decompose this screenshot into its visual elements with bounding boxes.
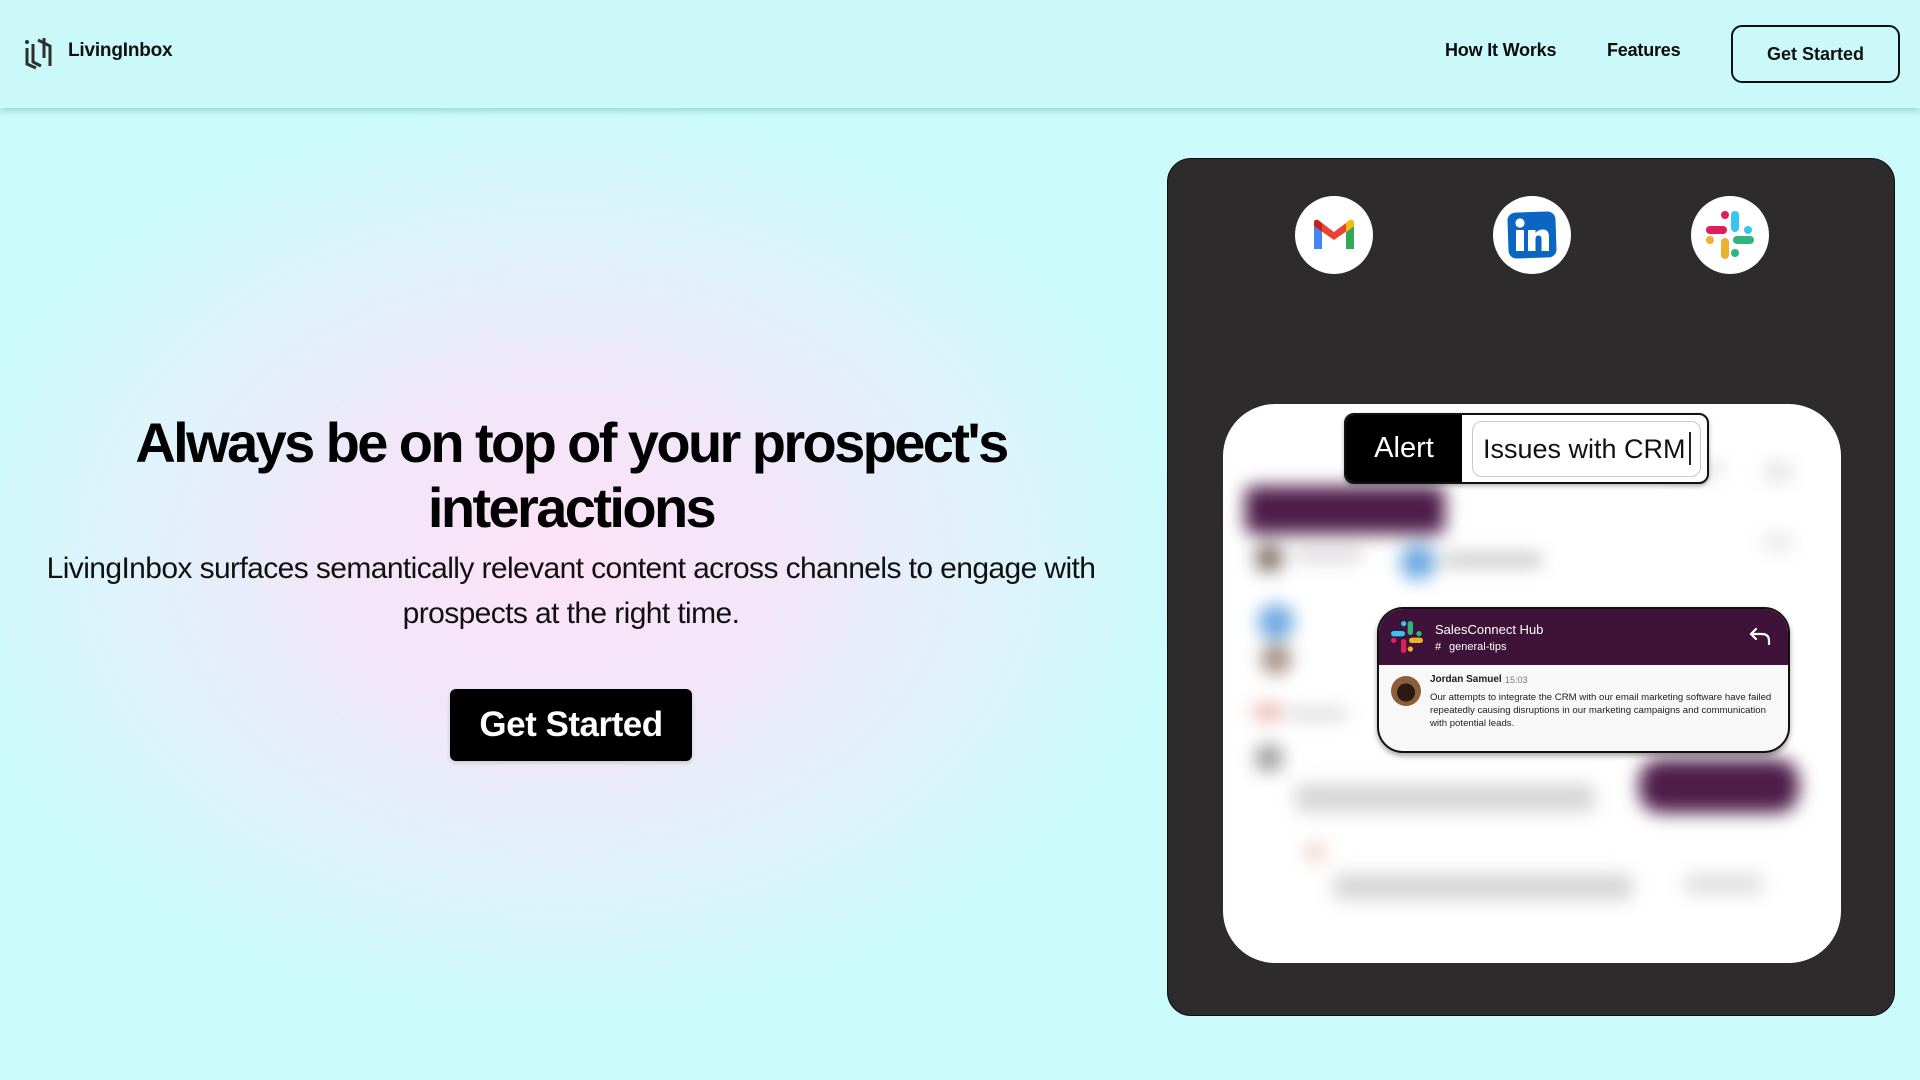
demo-panel [1167, 158, 1895, 1016]
alert-bar: Alert [1344, 413, 1709, 484]
message-text: Our attempts to integrate the CRM with o… [1430, 692, 1772, 729]
nav-features[interactable]: Features [1607, 40, 1681, 61]
hero-subtitle: LivingInbox surfaces semantically releva… [46, 552, 1096, 630]
workspace-name: SalesConnect Hub [1435, 622, 1544, 637]
hero-title: Always be on top of your prospect's inte… [135, 411, 1009, 539]
reply-arrow-icon[interactable] [1748, 626, 1772, 646]
message-timestamp: 15:03 [1505, 675, 1528, 685]
hero-get-started-button[interactable]: Get Started [450, 689, 692, 761]
slack-logo-icon [1391, 621, 1423, 653]
hero-section: Always be on top of your prospect's inte… [40, 410, 1102, 636]
gmail-icon [1314, 219, 1354, 249]
slack-message-header: SalesConnect Hub # general-tips [1379, 609, 1788, 665]
slack-icon [1706, 211, 1754, 259]
channel-hash-icon: # [1435, 641, 1442, 653]
alert-label: Alert [1346, 415, 1462, 482]
linkedin-icon [1507, 211, 1557, 259]
channel-slack[interactable] [1691, 196, 1769, 274]
channel-gmail[interactable] [1295, 196, 1373, 274]
text-caret [1689, 432, 1691, 465]
author-avatar [1391, 676, 1421, 706]
header-get-started-button[interactable]: Get Started [1731, 25, 1900, 83]
slack-message-popup[interactable]: SalesConnect Hub # general-tips Jordan S… [1377, 607, 1790, 753]
site-header: LivingInbox How It Works Features Get St… [0, 0, 1920, 108]
nav-how-it-works[interactable]: How It Works [1445, 40, 1556, 61]
brand-name[interactable]: LivingInbox [68, 40, 173, 62]
channel-linkedin[interactable] [1493, 196, 1571, 274]
message-author: Jordan Samuel [1430, 674, 1502, 685]
alert-keyword-input[interactable] [1472, 421, 1701, 477]
livinginbox-logo-icon[interactable] [24, 36, 54, 70]
channel-name: general-tips [1449, 641, 1507, 653]
